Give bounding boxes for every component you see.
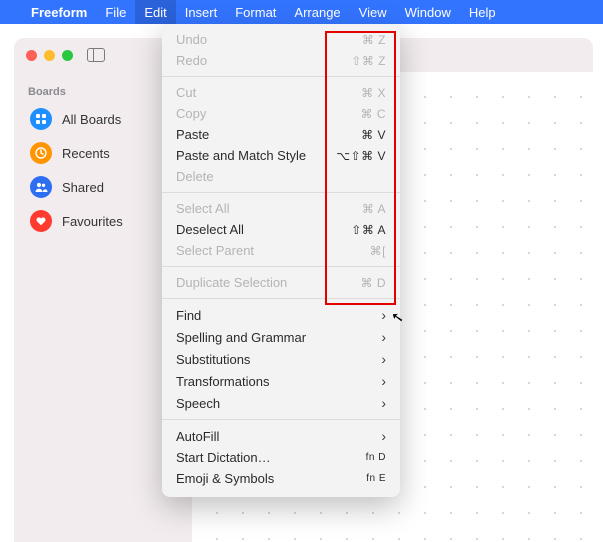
menu-item-shortcut: ⌘ X xyxy=(361,86,386,100)
close-window-button[interactable] xyxy=(26,50,37,61)
chevron-right-icon: › xyxy=(381,428,386,444)
menu-item-label: Substitutions xyxy=(176,352,250,367)
menu-item: Delete xyxy=(162,166,400,187)
menu-item[interactable]: Deselect All ⇧⌘ A xyxy=(162,219,400,240)
menu-item-label: Find xyxy=(176,308,201,323)
menu-separator xyxy=(162,266,400,267)
menu-item-label: AutoFill xyxy=(176,429,219,444)
sidebar-item-recents[interactable]: Recents xyxy=(24,136,182,170)
menu-item-label: Undo xyxy=(176,32,207,47)
menubar-item-format[interactable]: Format xyxy=(226,0,285,24)
chevron-right-icon: › xyxy=(381,395,386,411)
menubar-item-window[interactable]: Window xyxy=(396,0,460,24)
sidebar-item-label: Recents xyxy=(62,146,110,161)
menu-item: Copy ⌘ C xyxy=(162,103,400,124)
menu-item: Cut ⌘ X xyxy=(162,82,400,103)
menubar-item-arrange[interactable]: Arrange xyxy=(285,0,349,24)
menu-item-shortcut: ⌘ Z xyxy=(362,33,386,47)
menu-item[interactable]: Start Dictation… fn D xyxy=(162,447,400,468)
menu-item-label: Deselect All xyxy=(176,222,244,237)
heart-circle-icon xyxy=(30,210,52,232)
menu-item-label: Duplicate Selection xyxy=(176,275,287,290)
chevron-right-icon: › xyxy=(381,373,386,389)
menubar-app-name[interactable]: Freeform xyxy=(22,0,96,24)
menu-item-label: Select Parent xyxy=(176,243,254,258)
menu-item-label: Redo xyxy=(176,53,207,68)
chevron-right-icon: › xyxy=(381,329,386,345)
clock-circle-icon xyxy=(30,142,52,164)
menu-item-label: Paste and Match Style xyxy=(176,148,306,163)
sidebar-toggle-icon[interactable] xyxy=(87,48,105,62)
menu-item-label: Speech xyxy=(176,396,220,411)
menu-item[interactable]: Paste ⌘ V xyxy=(162,124,400,145)
sidebar-item-shared[interactable]: Shared xyxy=(24,170,182,204)
menu-item-shortcut: ⌘ D xyxy=(361,276,387,290)
menu-item[interactable]: Speech › xyxy=(162,392,400,414)
sidebar-item-favourites[interactable]: Favourites xyxy=(24,204,182,238)
menu-item-shortcut: ⌘ C xyxy=(361,107,387,121)
menu-item-label: Transformations xyxy=(176,374,269,389)
sidebar-item-all-boards[interactable]: All Boards xyxy=(24,102,182,136)
menubar-item-view[interactable]: View xyxy=(350,0,396,24)
menubar-item-edit[interactable]: Edit xyxy=(135,0,175,24)
menubar-item-file[interactable]: File xyxy=(96,0,135,24)
menu-item: Select Parent ⌘[ xyxy=(162,240,400,261)
menu-item[interactable]: Emoji & Symbols fn E xyxy=(162,468,400,489)
menu-item-label: Cut xyxy=(176,85,196,100)
grid-circle-icon xyxy=(30,108,52,130)
sidebar-header: Boards xyxy=(28,86,182,98)
menubar: Freeform File Edit Insert Format Arrange… xyxy=(0,0,603,24)
menu-item[interactable]: Paste and Match Style ⌥⇧⌘ V xyxy=(162,145,400,166)
menu-item-label: Delete xyxy=(176,169,214,184)
menu-item-shortcut: fn E xyxy=(366,473,386,484)
menu-item: Select All ⌘ A xyxy=(162,198,400,219)
menu-item[interactable]: Spelling and Grammar › xyxy=(162,326,400,348)
menu-item-label: Start Dictation… xyxy=(176,450,271,465)
menu-separator xyxy=(162,192,400,193)
minimize-window-button[interactable] xyxy=(44,50,55,61)
sidebar-item-label: Shared xyxy=(62,180,104,195)
menu-separator xyxy=(162,298,400,299)
menu-item[interactable]: AutoFill › xyxy=(162,425,400,447)
window-controls xyxy=(26,50,73,61)
menu-item-label: Spelling and Grammar xyxy=(176,330,306,345)
menu-item[interactable]: Substitutions › xyxy=(162,348,400,370)
menu-item-label: Emoji & Symbols xyxy=(176,471,274,486)
menu-item: Undo ⌘ Z xyxy=(162,29,400,50)
menu-item-shortcut: ⇧⌘ A xyxy=(351,223,386,237)
menu-item[interactable]: Find › xyxy=(162,304,400,326)
menu-item: Duplicate Selection ⌘ D xyxy=(162,272,400,293)
menu-item-shortcut: ⇧⌘ Z xyxy=(351,54,386,68)
menu-item-shortcut: ⌘[ xyxy=(370,244,386,258)
edit-menu-dropdown: Undo⌘ ZRedo⇧⌘ ZCut⌘ XCopy⌘ CPaste⌘ VPast… xyxy=(162,24,400,497)
chevron-right-icon: › xyxy=(381,351,386,367)
menu-separator xyxy=(162,76,400,77)
fullscreen-window-button[interactable] xyxy=(62,50,73,61)
chevron-right-icon: › xyxy=(381,307,386,323)
menu-item-shortcut: fn D xyxy=(366,452,386,463)
menu-separator xyxy=(162,419,400,420)
menu-item-label: Paste xyxy=(176,127,209,142)
menu-item[interactable]: Transformations › xyxy=(162,370,400,392)
sidebar-item-label: Favourites xyxy=(62,214,123,229)
menu-item-shortcut: ⌘ A xyxy=(362,202,386,216)
sidebar-item-label: All Boards xyxy=(62,112,121,127)
menubar-item-help[interactable]: Help xyxy=(460,0,505,24)
menu-item-label: Select All xyxy=(176,201,229,216)
menu-item: Redo ⇧⌘ Z xyxy=(162,50,400,71)
menu-item-shortcut: ⌘ V xyxy=(361,128,386,142)
menu-item-shortcut: ⌥⇧⌘ V xyxy=(336,149,386,163)
people-circle-icon xyxy=(30,176,52,198)
menu-item-label: Copy xyxy=(176,106,206,121)
menubar-item-insert[interactable]: Insert xyxy=(176,0,227,24)
